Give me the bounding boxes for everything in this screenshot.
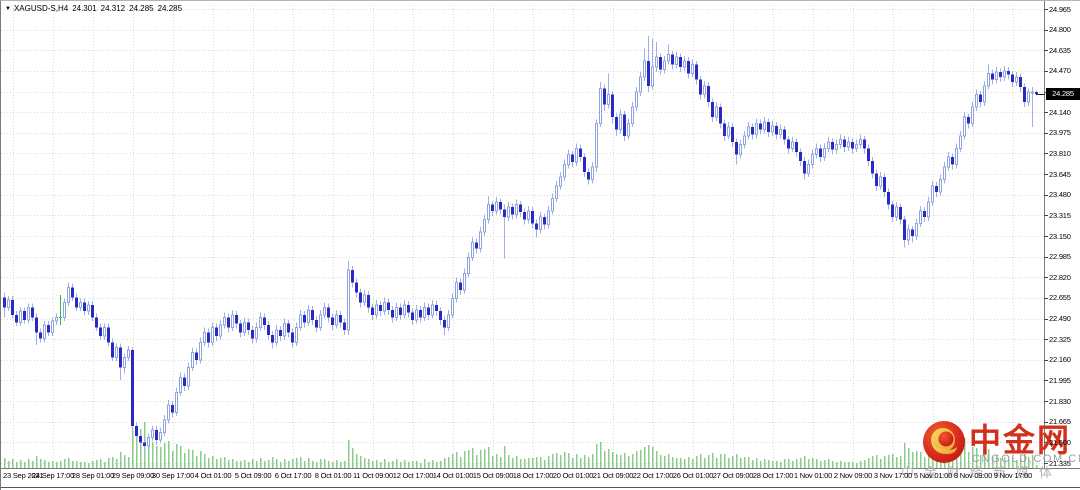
price-axis-label: 21.830 (1049, 396, 1071, 406)
symbol-info: ▼ XAGUSD-S,H4 24.301 24.312 24.285 24.285 (5, 4, 186, 13)
time-axis-label: 28 Oct 17:00 (752, 471, 794, 480)
price-axis-label: 21.995 (1049, 375, 1071, 385)
symbol-timeframe-label: XAGUSD-S,H4 (13, 4, 69, 13)
time-axis-label: 15 Oct 09:00 (472, 471, 514, 480)
price-axis-label: 21.665 (1049, 417, 1071, 427)
mt4-chart-window: ▼ XAGUSD-S,H4 24.301 24.312 24.285 24.285 24.… (0, 0, 1080, 490)
ohlc-close-value: 24.285 (157, 4, 183, 13)
price-axis-label: 24.635 (1049, 45, 1071, 55)
price-axis-label: 23.315 (1049, 210, 1071, 220)
price-axis-label: 21.500 (1049, 437, 1071, 447)
time-axis-label: 4 Oct 01:00 (194, 471, 232, 480)
price-axis-label: 24.965 (1049, 4, 1071, 14)
time-axis-label: 27 Oct 09:00 (712, 471, 754, 480)
grid (1, 5, 1044, 468)
time-axis-label: 2 Nov 09:00 (833, 471, 873, 480)
price-axis-label: 22.325 (1049, 334, 1071, 344)
axes (1, 1, 1080, 469)
current-price-tag: 24.285 (1046, 88, 1080, 101)
time-axis-label: 5 Oct 09:00 (234, 471, 272, 480)
time-axis-label: 14 Oct 01:00 (432, 471, 474, 480)
time-axis-label: 12 Oct 17:00 (392, 471, 434, 480)
price-axis-label: 22.655 (1049, 293, 1071, 303)
price-axis-label: 24.470 (1049, 66, 1071, 76)
candles (3, 35, 1038, 453)
time-axis-label: 28 Sep 01:00 (71, 471, 115, 480)
time-axis-label: 8 Nov 09:00 (953, 471, 993, 480)
price-axis-label: 23.975 (1049, 128, 1071, 138)
price-axis-label: 21.335 (1049, 458, 1071, 468)
time-axis-label: 18 Oct 17:00 (512, 471, 554, 480)
time-axis-label: 9 Nov 17:00 (993, 471, 1033, 480)
price-axis-label: 23.810 (1049, 148, 1071, 158)
time-axis-label: 24 Sep 17:00 (31, 471, 75, 480)
price-axis-label: 22.820 (1049, 272, 1071, 282)
price-axis-label: 23.480 (1049, 190, 1071, 200)
time-axis-label: 21 Oct 09:00 (592, 471, 634, 480)
time-axis-label: 29 Sep 09:00 (111, 471, 155, 480)
candlestick-chart-canvas[interactable] (1, 1, 1080, 490)
price-axis-label: 22.160 (1049, 355, 1071, 365)
time-axis-label: 6 Oct 17:00 (274, 471, 312, 480)
price-axis-label: 22.490 (1049, 314, 1071, 324)
price-axis-label: 23.150 (1049, 231, 1071, 241)
time-axis-label: 30 Sep 17:00 (151, 471, 195, 480)
time-axis-label: 3 Nov 17:00 (873, 471, 913, 480)
time-axis-label: 5 Nov 01:00 (913, 471, 953, 480)
ohlc-low-value: 24.285 (129, 4, 154, 13)
ohlc-open-value: 24.301 (72, 4, 97, 13)
time-axis-label: 22 Oct 17:00 (632, 471, 674, 480)
ohlc-high-value: 24.312 (100, 4, 126, 13)
price-axis-label: 23.645 (1049, 169, 1071, 179)
time-axis-label: 26 Oct 01:00 (672, 471, 714, 480)
price-axis-label: 24.140 (1049, 107, 1071, 117)
price-axis-label: 22.985 (1049, 252, 1071, 262)
time-axis-label: 8 Oct 01:00 (314, 471, 352, 480)
chart-collapse-triangle-icon[interactable]: ▼ (5, 6, 11, 12)
time-axis-label: 1 Nov 01:00 (793, 471, 833, 480)
time-axis-label: 11 Oct 09:00 (353, 471, 393, 480)
price-axis-label: 24.800 (1049, 25, 1071, 35)
volume-bars (4, 422, 1038, 468)
time-axis-label: 20 Oct 01:00 (552, 471, 594, 480)
